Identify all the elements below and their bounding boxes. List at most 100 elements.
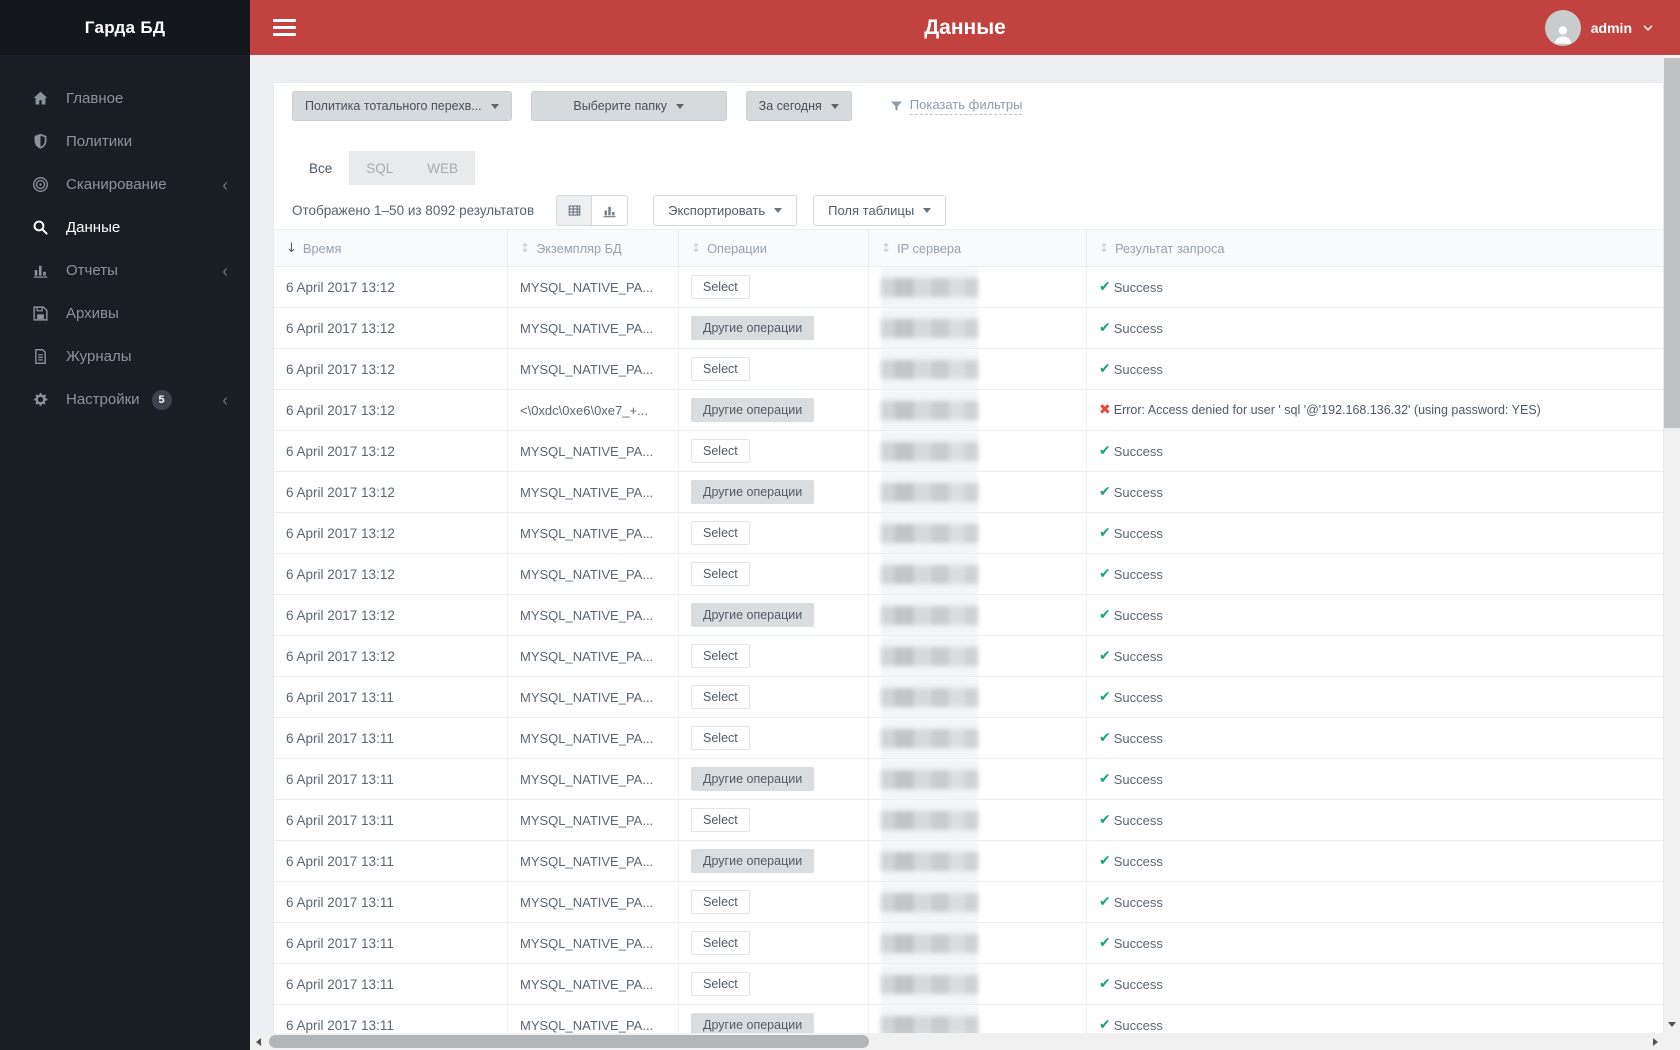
tab-sql[interactable]: SQL	[349, 151, 411, 185]
sidebar-item-search[interactable]: Данные	[0, 206, 250, 249]
sidebar-item-target[interactable]: Сканирование ‹	[0, 163, 250, 206]
redacted-ip-block	[881, 595, 978, 635]
bar-chart-icon	[603, 206, 616, 218]
cell-time: 6 April 2017 13:12	[274, 636, 508, 676]
cell-query-result: ✔ Success	[1099, 648, 1163, 664]
sidebar-item-floppy[interactable]: Архивы	[0, 292, 250, 335]
chevron-left-icon: ‹	[222, 388, 228, 411]
sidebar-item-bar-chart[interactable]: Отчеты ‹	[0, 249, 250, 292]
sidebar-item-document[interactable]: Журналы	[0, 335, 250, 378]
table-view-button[interactable]	[556, 195, 593, 226]
scroll-right-arrow[interactable]	[1647, 1033, 1664, 1050]
cell-operation: Select	[679, 636, 869, 676]
period-filter-dropdown[interactable]: За сегодня	[745, 91, 852, 121]
table-row[interactable]: 6 April 2017 13:11 MYSQL_NATIVE_PA... Se…	[274, 677, 1663, 718]
vertical-scrollbar[interactable]	[1664, 55, 1680, 1033]
sort-both-icon: ↕	[691, 241, 702, 255]
sidebar-item-home[interactable]: Главное	[0, 77, 250, 120]
cell-server-ip	[869, 800, 1087, 840]
home-icon	[30, 89, 51, 109]
tab-all[interactable]: Все	[292, 151, 350, 185]
table-row[interactable]: 6 April 2017 13:12 MYSQL_NATIVE_PA... Др…	[274, 595, 1663, 636]
redacted-ip-block	[881, 718, 978, 758]
sort-both-icon: ↕	[881, 241, 892, 255]
column-header-query-result[interactable]: ↕ Результат запроса	[1087, 230, 1663, 266]
user-avatar-icon	[1544, 9, 1581, 46]
result-status-icon: ✔	[1099, 320, 1111, 336]
table-row[interactable]: 6 April 2017 13:12 MYSQL_NATIVE_PA... Se…	[274, 431, 1663, 472]
table-row[interactable]: 6 April 2017 13:12 MYSQL_NATIVE_PA... Др…	[274, 472, 1663, 513]
redacted-ip-block	[881, 349, 978, 389]
cell-db-instance: <\0xdc\0xe6\0xe7_+...	[508, 390, 679, 430]
table-row[interactable]: 6 April 2017 13:11 MYSQL_NATIVE_PA... Др…	[274, 759, 1663, 800]
column-header-time[interactable]: ↓ Время	[274, 230, 508, 266]
table-row[interactable]: 6 April 2017 13:12 MYSQL_NATIVE_PA... Se…	[274, 554, 1663, 595]
cell-time: 6 April 2017 13:11	[274, 759, 508, 799]
horizontal-scrollbar-thumb[interactable]	[269, 1035, 869, 1048]
cell-db-instance: MYSQL_NATIVE_PA...	[508, 800, 679, 840]
result-status-icon: ✔	[1099, 648, 1111, 664]
table-row[interactable]: 6 April 2017 13:11 MYSQL_NATIVE_PA... Др…	[274, 841, 1663, 882]
vertical-scrollbar-thumb[interactable]	[1664, 58, 1680, 428]
column-header-db-instance[interactable]: ↕ Экземпляр БД	[508, 230, 679, 266]
tab-web[interactable]: WEB	[410, 151, 476, 185]
result-status-icon: ✔	[1099, 976, 1111, 992]
result-status-icon: ✔	[1099, 812, 1111, 828]
folder-filter-dropdown[interactable]: Выберите папку	[530, 91, 727, 121]
cell-server-ip	[869, 390, 1087, 430]
sort-both-icon: ↕	[1099, 241, 1110, 255]
user-menu[interactable]: admin	[1544, 9, 1654, 46]
redacted-ip-block	[881, 841, 978, 881]
result-status-icon: ✔	[1099, 1017, 1111, 1033]
table-row[interactable]: 6 April 2017 13:12 MYSQL_NATIVE_PA... Др…	[274, 308, 1663, 349]
cell-server-ip	[869, 349, 1087, 389]
result-status-icon: ✔	[1099, 566, 1111, 582]
table-row[interactable]: 6 April 2017 13:11 MYSQL_NATIVE_PA... Se…	[274, 800, 1663, 841]
redacted-ip-block	[881, 800, 978, 840]
column-header-operations[interactable]: ↕ Операции	[679, 230, 869, 266]
horizontal-scrollbar[interactable]	[250, 1033, 1664, 1050]
table-row[interactable]: 6 April 2017 13:11 MYSQL_NATIVE_PA... Se…	[274, 882, 1663, 923]
redacted-ip-block	[881, 308, 978, 348]
scroll-down-arrow[interactable]	[1664, 1016, 1680, 1033]
table-row[interactable]: 6 April 2017 13:12 MYSQL_NATIVE_PA... Se…	[274, 513, 1663, 554]
cell-operation: Select	[679, 267, 869, 307]
table-row[interactable]: 6 April 2017 13:12 MYSQL_NATIVE_PA... Se…	[274, 349, 1663, 390]
cell-time: 6 April 2017 13:11	[274, 882, 508, 922]
caret-down-icon	[490, 103, 499, 109]
caret-down-icon	[923, 208, 932, 213]
cell-db-instance: MYSQL_NATIVE_PA...	[508, 554, 679, 594]
redacted-ip-block	[881, 964, 978, 1004]
target-icon	[30, 175, 51, 195]
cell-db-instance: MYSQL_NATIVE_PA...	[508, 431, 679, 471]
table-row[interactable]: 6 April 2017 13:12 <\0xdc\0xe6\0xe7_+...…	[274, 390, 1663, 431]
export-button[interactable]: Экспортировать	[653, 195, 798, 226]
cell-time: 6 April 2017 13:11	[274, 964, 508, 1004]
cell-server-ip	[869, 677, 1087, 717]
scroll-left-arrow[interactable]	[250, 1033, 267, 1050]
redacted-ip-block	[881, 513, 978, 553]
result-status-icon: ✔	[1099, 279, 1111, 295]
cell-db-instance: MYSQL_NATIVE_PA...	[508, 595, 679, 635]
column-header-server-ip[interactable]: ↕ IP сервера	[869, 230, 1087, 266]
show-filters-link[interactable]: Показать фильтры	[890, 97, 1023, 115]
hamburger-menu-icon[interactable]	[273, 15, 296, 40]
cell-server-ip	[869, 595, 1087, 635]
policy-filter-dropdown[interactable]: Политика тотального перехв...	[292, 91, 512, 121]
table-row[interactable]: 6 April 2017 13:12 MYSQL_NATIVE_PA... Se…	[274, 267, 1663, 308]
caret-down-icon	[675, 103, 684, 109]
redacted-ip-block	[881, 554, 978, 594]
table-row[interactable]: 6 April 2017 13:11 MYSQL_NATIVE_PA... Se…	[274, 923, 1663, 964]
results-toolbar: Отображено 1–50 из 8092 результатов Эксп…	[292, 195, 1663, 226]
sidebar-item-gear[interactable]: Настройки 5 ‹	[0, 378, 250, 421]
table-row[interactable]: 6 April 2017 13:11 MYSQL_NATIVE_PA... Se…	[274, 718, 1663, 759]
table-row[interactable]: 6 April 2017 13:12 MYSQL_NATIVE_PA... Se…	[274, 636, 1663, 677]
cell-time: 6 April 2017 13:11	[274, 718, 508, 758]
chart-view-button[interactable]	[592, 195, 629, 226]
table-row[interactable]: 6 April 2017 13:11 MYSQL_NATIVE_PA... Se…	[274, 964, 1663, 1005]
sidebar-item-shield[interactable]: Политики	[0, 120, 250, 163]
cell-db-instance: MYSQL_NATIVE_PA...	[508, 964, 679, 1004]
result-status-icon: ✔	[1099, 361, 1111, 377]
caret-down-icon	[774, 208, 783, 213]
table-fields-button[interactable]: Поля таблицы	[813, 195, 947, 226]
